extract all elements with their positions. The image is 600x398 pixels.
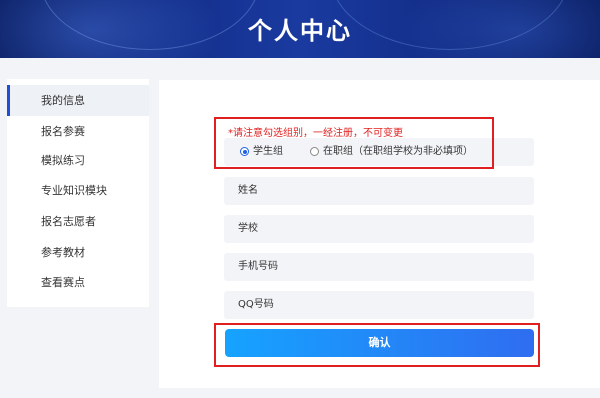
sidebar-item-mock-practice[interactable]: 模拟练习 <box>7 145 149 176</box>
sidebar-item-knowledge-module[interactable]: 专业知识模块 <box>7 175 149 206</box>
name-field[interactable]: 姓名 <box>224 177 534 205</box>
header-banner: 个人中心 <box>0 0 600 58</box>
sidebar-item-my-info[interactable]: 我的信息 <box>7 85 149 116</box>
highlight-box-group <box>214 117 494 169</box>
sidebar-item-venues[interactable]: 查看赛点 <box>7 267 149 298</box>
sidebar-item-textbooks[interactable]: 参考教材 <box>7 237 149 268</box>
phone-field[interactable]: 手机号码 <box>224 253 534 281</box>
qq-field[interactable]: QQ号码 <box>224 291 534 319</box>
sidebar-item-register-competition[interactable]: 报名参赛 <box>7 116 149 147</box>
page-title: 个人中心 <box>248 17 352 45</box>
school-field[interactable]: 学校 <box>224 215 534 243</box>
sidebar: 我的信息 报名参赛 模拟练习 专业知识模块 报名志愿者 参考教材 查看赛点 <box>7 79 149 307</box>
highlight-box-confirm <box>214 323 540 367</box>
sidebar-item-volunteer[interactable]: 报名志愿者 <box>7 206 149 237</box>
